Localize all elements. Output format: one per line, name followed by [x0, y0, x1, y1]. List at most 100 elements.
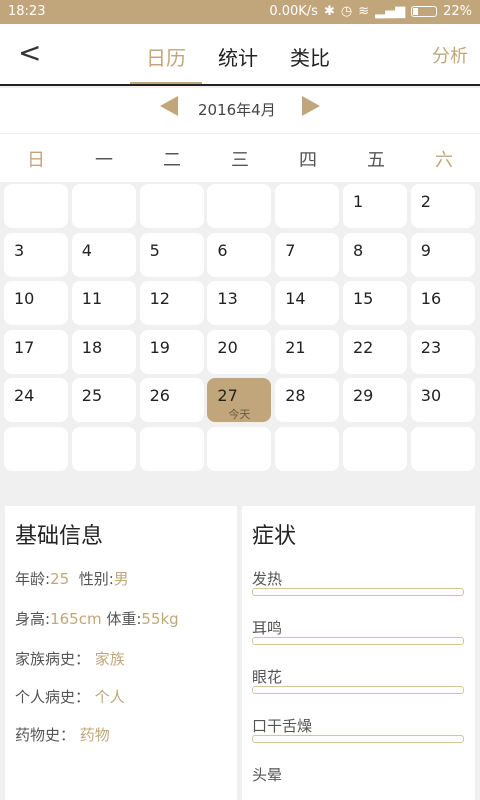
calendar-day-cell[interactable]: 15: [343, 281, 407, 325]
day-number: 22: [353, 337, 374, 357]
calendar-grid: 1 2 3 4 5 6 7 8 9 10 11 12 13 14 15 16 17 18 19 20 21 22 23 24 2…: [0, 182, 480, 492]
status-time: 18:23: [8, 4, 46, 19]
calendar-day-cell[interactable]: 3: [4, 232, 68, 277]
calendar-day-cell[interactable]: 19: [139, 329, 204, 374]
personal-history-row: 个人病史： 个人: [15, 686, 125, 707]
status-right: 0.00K/s ✱ ◷ ≋ ▂▄▆ 22%: [269, 4, 472, 19]
calendar-empty-cell: [207, 184, 272, 228]
symptom-bar[interactable]: [252, 588, 464, 596]
calendar-day-cell[interactable]: 17: [4, 329, 68, 374]
calendar-day-cell[interactable]: 25: [71, 378, 136, 422]
calendar-day-cell[interactable]: 21: [275, 329, 340, 374]
calendar-day-cell[interactable]: 26: [139, 378, 204, 422]
chevron-left-icon: <: [18, 36, 42, 69]
calendar-day-cell[interactable]: 23: [410, 329, 475, 374]
drug-value: 药物: [79, 726, 110, 744]
calendar-day-cell[interactable]: 16: [410, 281, 475, 325]
drug-history-row: 药物史： 药物: [15, 724, 110, 745]
weekday-mon: 一: [95, 150, 113, 171]
network-speed: 0.00K/s: [269, 4, 318, 19]
calendar-empty-cell: [139, 184, 204, 228]
calendar-empty-cell: [275, 184, 340, 228]
drug-label: 药物史：: [15, 726, 76, 744]
calendar-empty-cell: [275, 426, 340, 471]
calendar-day-cell[interactable]: 28: [275, 378, 340, 422]
day-number: 13: [217, 289, 238, 308]
calendar-empty-cell: [410, 426, 475, 471]
weekday-fri: 五: [367, 150, 385, 171]
next-month-icon[interactable]: [302, 96, 320, 116]
symptoms-title: 症状: [252, 524, 297, 549]
calendar-day-cell[interactable]: 2: [410, 184, 475, 228]
calendar-day-cell[interactable]: 12: [139, 281, 204, 325]
status-bar: 18:23 0.00K/s ✱ ◷ ≋ ▂▄▆ 22%: [0, 0, 480, 24]
tab-calendar[interactable]: 日历: [146, 42, 186, 71]
tab-statistics[interactable]: 统计: [218, 42, 258, 71]
day-number: 19: [149, 337, 170, 357]
day-number: 26: [149, 386, 170, 405]
height-label: 身高:: [15, 610, 51, 628]
calendar-empty-cell: [71, 184, 136, 228]
calendar-day-cell[interactable]: 13: [207, 281, 272, 325]
weekday-header: 日 一 二 三 四 五 六: [0, 134, 480, 182]
calendar-day-cell[interactable]: 6: [207, 232, 272, 277]
active-tab-indicator: [130, 82, 202, 84]
personal-label: 个人病史：: [15, 688, 91, 706]
symptom-label: 耳鸣: [252, 619, 283, 637]
month-label: 2016年4月: [198, 101, 276, 119]
day-number: 20: [217, 337, 238, 357]
sex-value: 男: [113, 570, 129, 588]
calendar-day-cell[interactable]: 14: [275, 281, 340, 325]
family-label: 家族病史：: [15, 650, 91, 668]
symptom-bar[interactable]: [252, 637, 464, 645]
calendar-day-cell[interactable]: 7: [275, 232, 340, 277]
symptom-bar[interactable]: [252, 686, 464, 694]
calendar-day-cell[interactable]: 1: [343, 184, 407, 228]
family-value: 家族: [94, 650, 125, 668]
calendar-day-cell[interactable]: 20: [207, 329, 272, 374]
symptoms-panel: 症状 发热 耳鸣 眼花 口干舌燥 头晕: [242, 506, 475, 800]
calendar-day-cell[interactable]: 4: [71, 232, 136, 277]
weekday-wed: 三: [231, 150, 249, 171]
calendar-day-cell[interactable]: 22: [343, 329, 407, 374]
calendar-day-cell[interactable]: 18: [71, 329, 136, 374]
prev-month-icon[interactable]: [160, 96, 178, 116]
day-number: 6: [217, 240, 228, 260]
day-number: 28: [285, 386, 306, 405]
calendar-empty-cell: [207, 426, 272, 471]
day-number: 24: [14, 386, 35, 405]
day-number: 15: [353, 289, 374, 308]
day-number: 14: [285, 289, 306, 308]
calendar-empty-cell: [139, 426, 204, 471]
family-history-row: 家族病史： 家族: [15, 648, 125, 669]
day-number: 2: [420, 192, 431, 211]
analyze-button[interactable]: 分析: [432, 42, 468, 68]
day-number: 4: [81, 240, 92, 260]
day-number: 5: [149, 240, 160, 260]
day-number: 21: [285, 337, 306, 357]
symptom-bar[interactable]: [252, 735, 464, 743]
alarm-icon: ◷: [340, 4, 353, 19]
symptom-label: 口干舌燥: [252, 717, 313, 735]
calendar-day-cell[interactable]: 9: [410, 232, 475, 277]
day-number: 30: [420, 386, 442, 405]
day-number: 18: [81, 337, 103, 357]
day-number: 16: [420, 289, 442, 308]
calendar-day-cell[interactable]: 5: [139, 232, 204, 277]
calendar-day-cell[interactable]: 24: [4, 378, 68, 422]
calendar-day-cell-today[interactable]: 27 今天: [207, 378, 272, 422]
month-navigator: 2016年4月: [0, 88, 480, 134]
back-button[interactable]: <: [18, 38, 48, 68]
calendar-day-cell[interactable]: 29: [343, 378, 407, 422]
calendar-day-cell[interactable]: 30: [410, 378, 475, 422]
calendar-day-cell[interactable]: 10: [4, 281, 68, 325]
basic-info-title: 基础信息: [15, 524, 104, 549]
calendar-day-cell[interactable]: 11: [71, 281, 136, 325]
calendar-empty-cell: [343, 426, 407, 471]
tab-comparison[interactable]: 类比: [290, 42, 330, 71]
calendar-day-cell[interactable]: 8: [343, 232, 407, 277]
signal-icon: ▂▄▆: [375, 4, 406, 19]
day-number: 17: [14, 337, 35, 357]
day-number: 3: [14, 240, 25, 260]
weekday-thu: 四: [299, 150, 317, 171]
